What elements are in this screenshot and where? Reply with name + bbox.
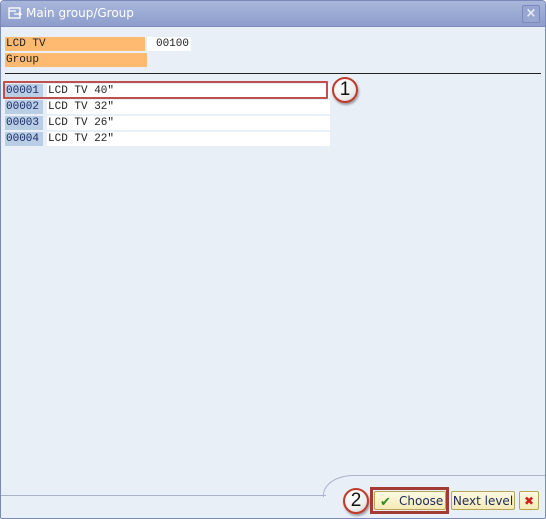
title-bar: Main group/Group × [1,1,545,27]
dialog-window: Main group/Group × LCD TV 00100 Group 00… [0,0,546,519]
list-item[interactable]: 00002 LCD TV 32" [5,100,330,115]
item-text[interactable]: LCD TV 26" [47,116,330,130]
step-2-marker: 2 [343,488,369,514]
main-group-label: LCD TV [5,37,145,51]
step-1-marker: 1 [332,77,358,103]
close-icon[interactable]: × [522,5,540,23]
window-title: Main group/Group [26,6,134,20]
item-text[interactable]: LCD TV 32" [47,100,330,114]
choose-highlight-annotation [370,487,449,514]
list-item[interactable]: 00003 LCD TV 26" [5,116,330,131]
list-item[interactable]: 00004 LCD TV 22" [5,132,330,147]
main-group-value: 00100 [147,37,191,51]
item-text[interactable]: LCD TV 22" [47,132,330,146]
item-code[interactable]: 00002 [5,100,43,114]
cancel-icon[interactable]: ✖ [519,491,539,510]
row-highlight-annotation [3,81,328,99]
separator [5,73,541,74]
footer-divider [1,495,326,496]
item-code[interactable]: 00004 [5,132,43,146]
next-level-button[interactable]: Next level [451,491,515,510]
group-label: Group [5,53,147,67]
select-dialog-icon [8,7,22,19]
item-code[interactable]: 00003 [5,116,43,130]
